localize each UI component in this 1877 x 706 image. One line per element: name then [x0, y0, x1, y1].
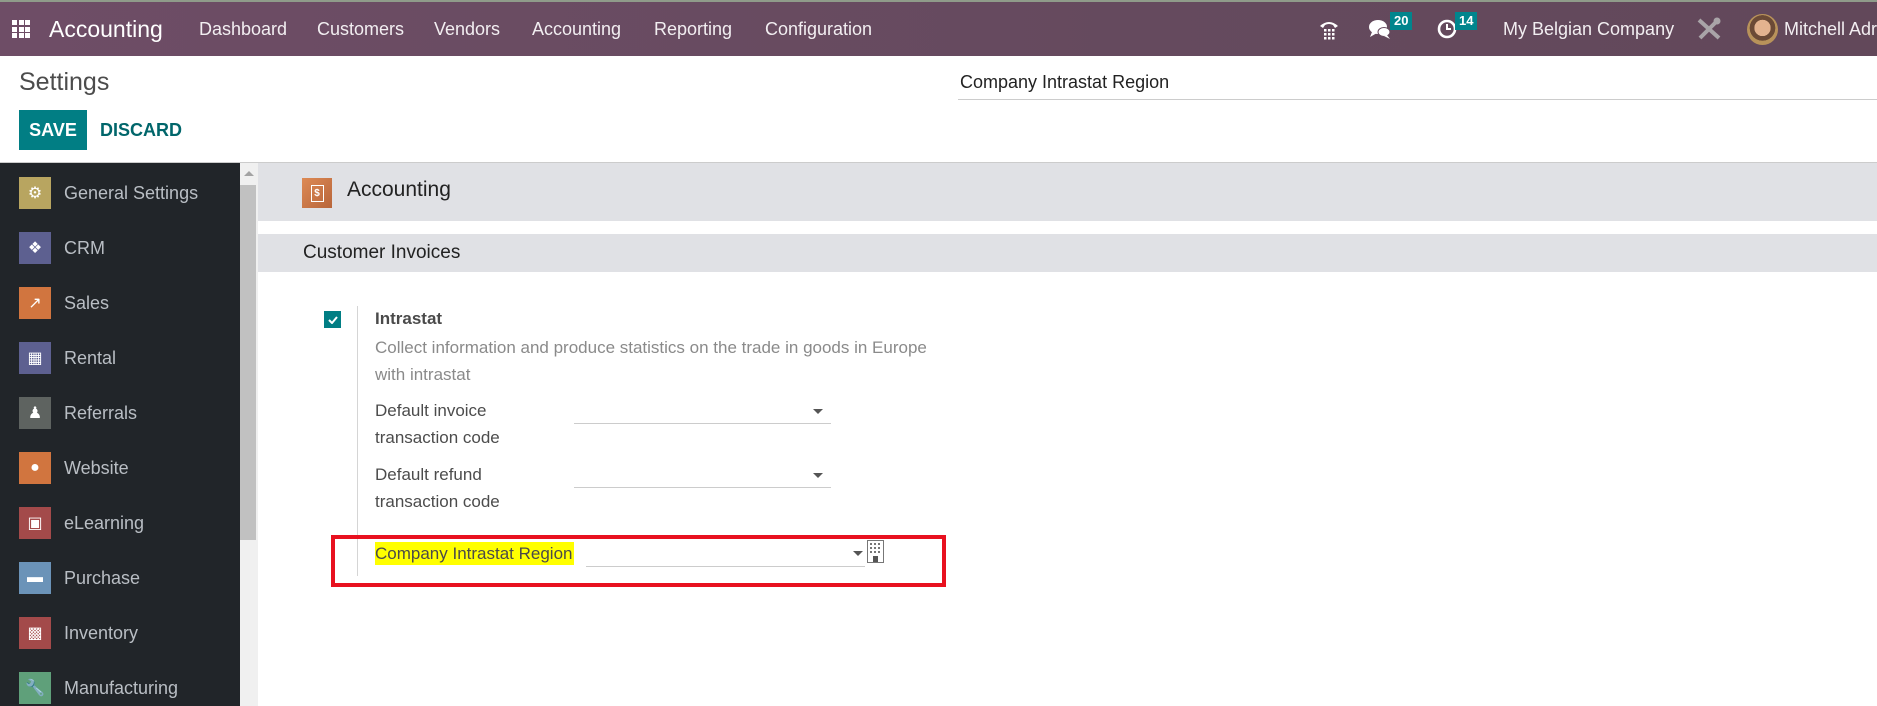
- checkmark-icon: [327, 315, 338, 324]
- chevron-down-icon: [813, 473, 823, 478]
- box-icon: ▩: [19, 617, 51, 649]
- company-intrastat-region-select[interactable]: [586, 540, 865, 567]
- person-icon: ♟: [19, 397, 51, 429]
- company-building-icon[interactable]: [867, 540, 884, 563]
- save-button[interactable]: SAVE: [19, 110, 87, 150]
- chevron-down-icon: [853, 551, 863, 556]
- wrench-icon: 🔧: [19, 672, 51, 704]
- invoice-transaction-code-select[interactable]: [574, 398, 831, 424]
- settings-search-input[interactable]: Company Intrastat Region: [958, 66, 1877, 100]
- presentation-icon: ▣: [19, 507, 51, 539]
- sidebar-item-sales[interactable]: ↗ Sales: [19, 287, 109, 319]
- calendar-grid-icon: ▦: [19, 342, 51, 374]
- sidebar-item-label: Sales: [64, 292, 110, 313]
- menu-configuration[interactable]: Configuration: [765, 2, 872, 56]
- user-menu[interactable]: Mitchell Adr: [1784, 2, 1877, 56]
- scrollbar-thumb[interactable]: [240, 185, 256, 540]
- intrastat-description: Collect information and produce statisti…: [375, 338, 927, 384]
- sidebar-item-label: Rental: [64, 347, 117, 368]
- accounting-app-icon: $: [302, 178, 332, 208]
- sidebar-item-inventory[interactable]: ▩ Inventory: [19, 617, 138, 649]
- sidebar-scrollbar[interactable]: [240, 163, 258, 706]
- sidebar-item-label: Purchase: [64, 567, 141, 588]
- messages-chat-icon[interactable]: [1368, 2, 1392, 56]
- sidebar-item-website[interactable]: ● Website: [19, 452, 129, 484]
- sidebar-item-general-settings[interactable]: ⚙ General Settings: [19, 177, 198, 209]
- menu-vendors[interactable]: Vendors: [434, 2, 500, 56]
- sidebar-item-label: General Settings: [64, 182, 199, 203]
- handshake-icon: ❖: [19, 232, 51, 264]
- sidebar-item-rental[interactable]: ▦ Rental: [19, 342, 116, 374]
- sidebar-item-label: Referrals: [64, 402, 138, 423]
- app-brand[interactable]: Accounting: [49, 2, 163, 56]
- scroll-up-arrow-icon[interactable]: [244, 171, 254, 176]
- company-switcher[interactable]: My Belgian Company: [1503, 2, 1674, 56]
- credit-card-icon: ▬: [19, 562, 51, 594]
- intrastat-checkbox[interactable]: [324, 311, 341, 328]
- sidebar-item-manufacturing[interactable]: 🔧 Manufacturing: [19, 672, 178, 704]
- menu-reporting[interactable]: Reporting: [654, 2, 732, 56]
- app-settings-header: $ Accounting: [258, 163, 1877, 221]
- sidebar-item-label: Website: [64, 457, 129, 478]
- activities-badge: 14: [1455, 12, 1478, 30]
- page-title: Settings: [19, 68, 110, 96]
- invoice-transaction-code-label: Default invoice transaction code: [375, 401, 500, 447]
- company-intrastat-region-label: Company Intrastat Region: [375, 542, 574, 565]
- section-header: Customer Invoices: [258, 234, 1877, 272]
- sidebar-item-crm[interactable]: ❖ CRM: [19, 232, 105, 264]
- intrastat-label: Intrastat: [375, 309, 443, 328]
- debug-tools-icon[interactable]: [1696, 2, 1722, 56]
- sidebar-item-label: CRM: [64, 237, 105, 258]
- setting-divider: [357, 306, 358, 576]
- app-menu-grid-icon[interactable]: [12, 2, 30, 56]
- globe-icon: ●: [19, 452, 51, 484]
- chart-up-icon: ↗: [19, 287, 51, 319]
- refund-transaction-code-select[interactable]: [574, 462, 831, 488]
- messages-badge: 20: [1390, 12, 1413, 30]
- voip-phone-icon[interactable]: [1318, 2, 1340, 56]
- user-avatar[interactable]: [1747, 2, 1778, 56]
- top-navbar: Accounting Dashboard Customers Vendors A…: [0, 0, 1877, 56]
- sidebar-item-label: Inventory: [64, 622, 139, 643]
- sidebar-item-referrals[interactable]: ♟ Referrals: [19, 397, 137, 429]
- chevron-down-icon: [813, 409, 823, 414]
- settings-sidebar: ⚙ General Settings ❖ CRM ↗ Sales ▦ Renta…: [0, 163, 240, 706]
- sidebar-item-elearning[interactable]: ▣ eLearning: [19, 507, 144, 539]
- section-title: Customer Invoices: [303, 242, 461, 263]
- sidebar-item-label: eLearning: [64, 512, 145, 533]
- menu-dashboard[interactable]: Dashboard: [199, 2, 287, 56]
- menu-customers[interactable]: Customers: [317, 2, 404, 56]
- refund-transaction-code-label: Default refund transaction code: [375, 465, 500, 511]
- app-settings-title: Accounting: [347, 178, 451, 201]
- sidebar-item-label: Manufacturing: [64, 677, 179, 698]
- gear-icon: ⚙: [19, 177, 51, 209]
- sidebar-item-purchase[interactable]: ▬ Purchase: [19, 562, 140, 594]
- discard-button[interactable]: DISCARD: [100, 110, 182, 150]
- activities-clock-icon[interactable]: [1437, 2, 1457, 56]
- menu-accounting[interactable]: Accounting: [532, 2, 621, 56]
